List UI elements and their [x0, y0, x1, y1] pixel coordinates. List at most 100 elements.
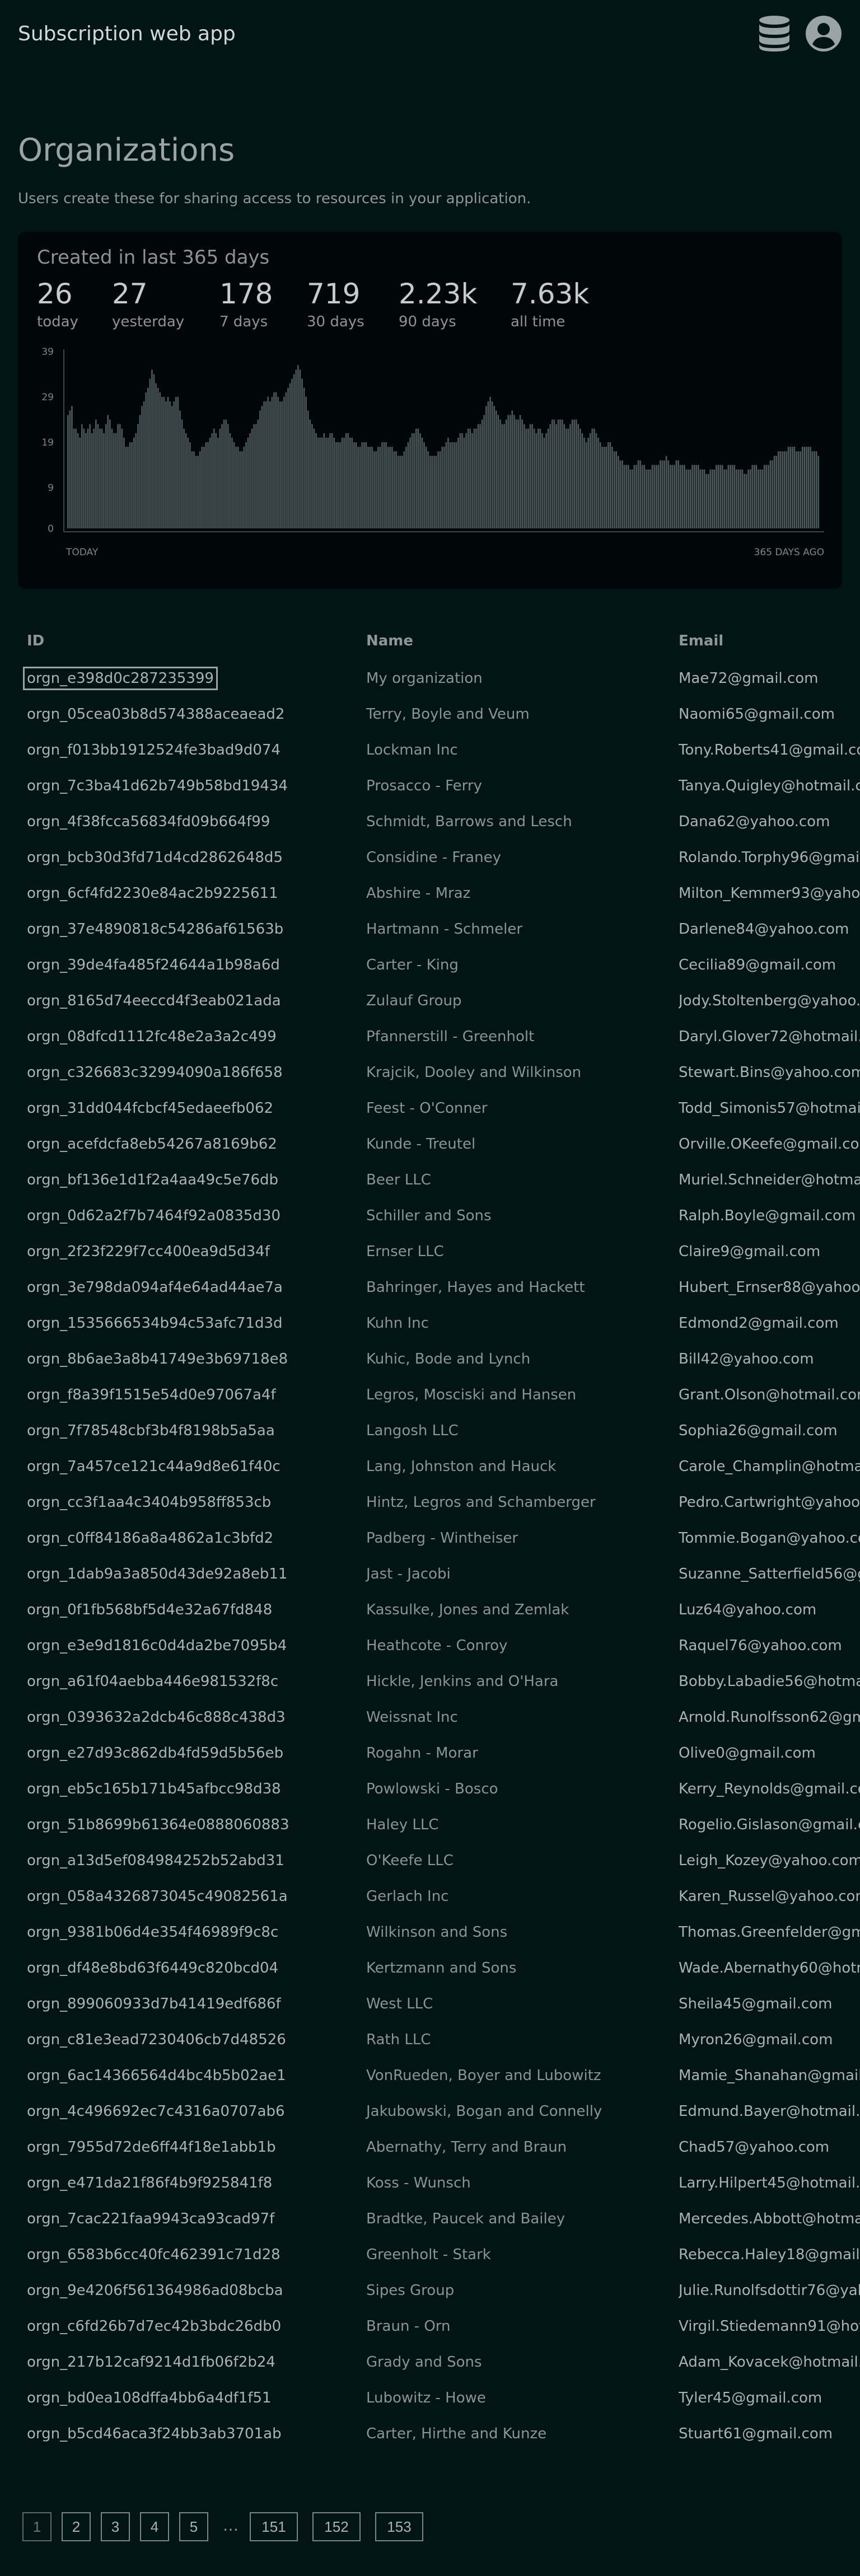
- table-row[interactable]: orgn_0d62a2f7b7464f92a0835d30 Schiller an…: [0, 1203, 860, 1239]
- chart-bar[interactable]: [73, 428, 75, 528]
- chart-bar[interactable]: [405, 447, 407, 528]
- chart-bar[interactable]: [711, 469, 713, 528]
- chart-bar[interactable]: [533, 428, 535, 528]
- org-name-cell[interactable]: Krajcik, Dooley and Wilkinson: [366, 1060, 581, 1085]
- chart-bar[interactable]: [205, 442, 207, 528]
- chart-bar[interactable]: [403, 451, 405, 528]
- chart-bar[interactable]: [521, 419, 523, 528]
- chart-bar[interactable]: [345, 433, 347, 528]
- chart-bar[interactable]: [597, 437, 599, 528]
- chart-bar[interactable]: [377, 447, 379, 528]
- org-email-cell[interactable]: Suzanne_Satterfield56@gmail.com: [679, 1562, 860, 1586]
- org-email-cell[interactable]: Daryl.Glover72@hotmail.com: [679, 1024, 860, 1049]
- page-button-2[interactable]: 2: [62, 2512, 91, 2541]
- org-email-cell[interactable]: Naomi65@gmail.com: [679, 702, 860, 727]
- chart-bar[interactable]: [575, 419, 577, 528]
- org-email-cell[interactable]: Dana62@yahoo.com: [679, 809, 860, 834]
- org-name-cell[interactable]: Kassulke, Jones and Zemlak: [366, 1598, 569, 1622]
- chart-bar[interactable]: [727, 465, 730, 528]
- chart-bar[interactable]: [231, 437, 233, 528]
- chart-bar[interactable]: [501, 424, 503, 528]
- chart-bar[interactable]: [709, 469, 711, 528]
- chart-bar[interactable]: [219, 428, 221, 528]
- table-row[interactable]: orgn_37e4890818c54286af61563b Hartmann - …: [0, 917, 860, 953]
- org-id-cell[interactable]: orgn_2f23f229f7cc400ea9d5d34f: [27, 1239, 270, 1264]
- chart-bar[interactable]: [273, 392, 275, 528]
- chart-bar[interactable]: [245, 442, 247, 528]
- chart-bar[interactable]: [669, 465, 671, 528]
- chart-bar[interactable]: [786, 451, 787, 528]
- chart-bar[interactable]: [227, 424, 229, 528]
- chart-bar[interactable]: [199, 451, 201, 528]
- chart-bar[interactable]: [782, 451, 783, 528]
- table-row[interactable]: orgn_bcb30d3fd71d4cd2862648d5 Considine -…: [0, 845, 860, 881]
- table-row[interactable]: orgn_7a457ce121c44a9d8e61f40c Lang, Johns…: [0, 1454, 860, 1490]
- chart-bar[interactable]: [511, 410, 513, 528]
- chart-bar[interactable]: [713, 469, 716, 528]
- chart-bar[interactable]: [221, 424, 223, 528]
- org-id-cell[interactable]: orgn_1535666534b94c53afc71d3d: [27, 1311, 283, 1336]
- org-email-cell[interactable]: Raquel76@yahoo.com: [679, 1633, 860, 1658]
- chart-bar[interactable]: [599, 442, 601, 528]
- chart-bar[interactable]: [768, 465, 769, 528]
- org-email-cell[interactable]: Kerry_Reynolds@gmail.com: [679, 1777, 860, 1801]
- chart-bar[interactable]: [483, 415, 485, 528]
- org-id-cell[interactable]: orgn_3e798da094af4e64ad44ae7a: [27, 1275, 283, 1300]
- org-email-cell[interactable]: Bobby.Labadie56@hotmail.com: [679, 1669, 860, 1694]
- table-row[interactable]: orgn_31dd044fcbcf45edaeefb062 Feest - O'C…: [0, 1096, 860, 1132]
- table-row[interactable]: orgn_eb5c165b171b45afbcc98d38 Powlowski -…: [0, 1777, 860, 1812]
- org-email-cell[interactable]: Luz64@yahoo.com: [679, 1598, 860, 1622]
- table-row[interactable]: orgn_0f1fb568bf5d4e32a67fd848 Kassulke, J…: [0, 1598, 860, 1633]
- org-id-cell[interactable]: orgn_4f38fcca56834fd09b664f99: [27, 809, 270, 834]
- chart-bar[interactable]: [183, 428, 185, 528]
- org-email-cell[interactable]: Karen_Russel@yahoo.com: [679, 1884, 860, 1909]
- chart-bar[interactable]: [313, 428, 315, 528]
- chart-bar[interactable]: [627, 465, 629, 528]
- org-email-cell[interactable]: Muriel.Schneider@hotmail.com: [679, 1168, 860, 1192]
- org-id-cell[interactable]: orgn_9381b06d4e354f46989f9c8c: [27, 1920, 278, 1945]
- page-button-152[interactable]: 152: [312, 2512, 361, 2541]
- org-id-cell[interactable]: orgn_8b6ae3a8b41749e3b69718e8: [27, 1347, 288, 1371]
- chart-bar[interactable]: [311, 424, 313, 528]
- org-email-cell[interactable]: Virgil.Stiedemann91@hotmail.com: [679, 2314, 860, 2339]
- chart-bar[interactable]: [269, 401, 271, 528]
- table-row[interactable]: orgn_b5cd46aca3f24bb3ab3701ab Carter, Hir…: [0, 2422, 860, 2457]
- chart-bar[interactable]: [481, 419, 483, 528]
- chart-bar[interactable]: [789, 447, 791, 528]
- org-name-cell[interactable]: Ernser LLC: [366, 1239, 444, 1264]
- chart-bar[interactable]: [695, 465, 697, 528]
- org-email-cell[interactable]: Mamie_Shanahan@gmail.com: [679, 2063, 860, 2088]
- chart-bar[interactable]: [357, 447, 359, 528]
- chart-bar[interactable]: [105, 424, 107, 528]
- org-name-cell[interactable]: Abshire - Mraz: [366, 881, 470, 906]
- chart-bar[interactable]: [737, 469, 740, 528]
- table-row[interactable]: orgn_4c496692ec7c4316a0707ab6 Jakubowski,…: [0, 2099, 860, 2135]
- chart-bar[interactable]: [817, 456, 819, 528]
- chart-bar[interactable]: [679, 465, 681, 528]
- chart-bar[interactable]: [85, 433, 87, 528]
- chart-bar[interactable]: [159, 392, 161, 528]
- chart-bar[interactable]: [361, 442, 363, 528]
- chart-bar[interactable]: [473, 428, 475, 528]
- chart-bar[interactable]: [125, 447, 127, 528]
- org-name-cell[interactable]: Heathcote - Conroy: [366, 1633, 507, 1658]
- app-title[interactable]: Subscription web app: [18, 22, 236, 45]
- chart-bar[interactable]: [579, 428, 581, 528]
- chart-bar[interactable]: [207, 442, 209, 528]
- table-row[interactable]: orgn_2f23f229f7cc400ea9d5d34f Ernser LLC C…: [0, 1239, 860, 1275]
- org-id-cell[interactable]: orgn_7a457ce121c44a9d8e61f40c: [27, 1454, 281, 1479]
- chart-bar[interactable]: [177, 397, 179, 528]
- chart-bar[interactable]: [443, 447, 445, 528]
- chart-bar[interactable]: [259, 410, 261, 528]
- column-header-email[interactable]: Email: [679, 633, 860, 649]
- chart-bar[interactable]: [427, 451, 429, 528]
- org-email-cell[interactable]: Wade.Abernathy60@hotmail.com: [679, 1956, 860, 1980]
- chart-bar[interactable]: [517, 419, 519, 528]
- chart-bar[interactable]: [493, 406, 495, 528]
- chart-bar[interactable]: [347, 433, 349, 528]
- chart-bar[interactable]: [581, 433, 583, 528]
- chart-bar[interactable]: [609, 442, 611, 528]
- org-id-cell[interactable]: orgn_cc3f1aa4c3404b958ff853cb: [27, 1490, 271, 1515]
- chart-bar[interactable]: [453, 442, 455, 528]
- chart-bar[interactable]: [779, 451, 782, 528]
